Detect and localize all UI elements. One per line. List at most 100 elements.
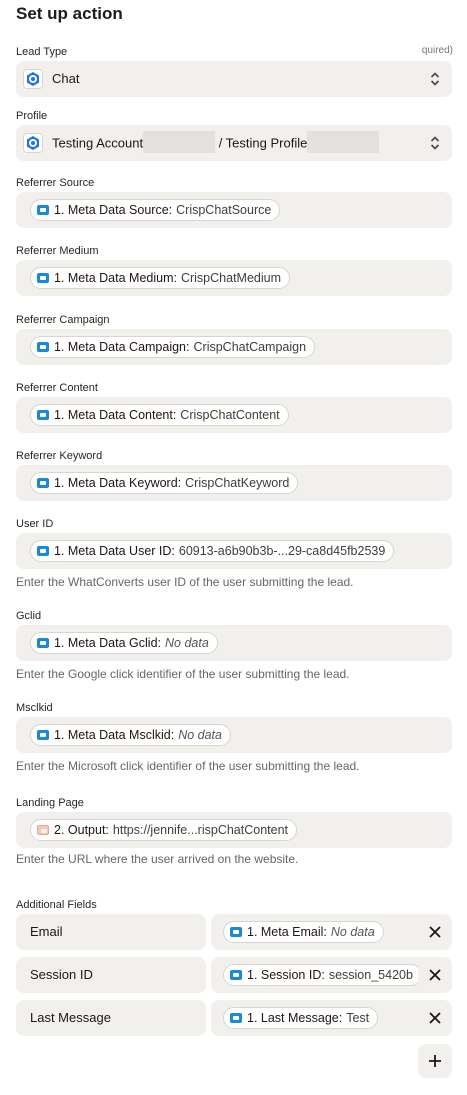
profile-value: Testing Account / Testing Profile <box>52 131 380 153</box>
additional-field-name[interactable]: Email <box>16 914 206 950</box>
help-text: Enter the Google click identifier of the… <box>16 667 350 681</box>
pill-key: 2. Output: <box>54 823 109 837</box>
referrer-campaign-input[interactable]: 1. Meta Data Campaign: CrispChatCampaign <box>16 329 452 365</box>
pill-value: CrispChatContent <box>180 408 280 422</box>
pill-key: 1. Meta Data Medium: <box>54 271 177 285</box>
chat-step-icon <box>37 205 49 215</box>
mapped-value-pill[interactable]: 1. Meta Data Content: CrispChatContent <box>30 404 289 426</box>
profile-name: / Testing Profile <box>218 135 308 151</box>
pill-value: No data <box>178 728 222 742</box>
help-text: Enter the WhatConverts user ID of the us… <box>16 575 354 589</box>
crisp-app-icon <box>23 69 43 89</box>
pill-value: 60913-a6b90b3b-...29-ca8d45fb2539 <box>178 544 386 558</box>
page-title: Set up action <box>16 4 123 23</box>
referrer-keyword-input[interactable]: 1. Meta Data Keyword: CrispChatKeyword <box>16 465 452 501</box>
up-down-chevron-icon <box>430 72 440 86</box>
pill-key: 1. Meta Email: <box>247 925 327 939</box>
chat-step-icon <box>37 478 49 488</box>
additional-field-value[interactable]: 1. Session ID: session_5420b <box>211 957 418 993</box>
field-label: Referrer Keyword <box>16 450 103 462</box>
crisp-app-icon <box>23 133 43 153</box>
pill-value: session_5420b <box>328 968 413 982</box>
chat-step-icon <box>230 1013 242 1023</box>
referrer-medium-input[interactable]: 1. Meta Data Medium: CrispChatMedium <box>16 260 452 296</box>
field-label: Referrer Content <box>16 382 98 394</box>
redacted-block <box>143 131 216 153</box>
field-label: Msclkid <box>16 702 53 714</box>
mapped-value-pill[interactable]: 2. Output: https://jennife...rispChatCont… <box>30 819 298 841</box>
close-icon <box>429 1012 441 1024</box>
profile-account: Testing Account <box>52 135 144 151</box>
additional-field-name[interactable]: Last Message <box>16 1000 206 1036</box>
referrer-source-input[interactable]: 1. Meta Data Source: CrispChatSource <box>16 192 452 228</box>
required-hint: quired) <box>421 45 453 56</box>
mapped-value-pill[interactable]: 1. Meta Email: No data <box>223 921 384 943</box>
field-label: Referrer Source <box>16 177 95 189</box>
chat-step-icon <box>37 638 49 648</box>
pill-key: 1. Meta Data Campaign: <box>54 340 190 354</box>
mapped-value-pill[interactable]: 1. Meta Data Msclkid: No data <box>30 724 231 746</box>
mapped-value-pill[interactable]: 1. Meta Data Medium: CrispChatMedium <box>30 267 290 289</box>
up-down-chevron-icon <box>430 136 440 150</box>
pill-value: No data <box>165 636 209 650</box>
redacted-block <box>307 131 380 153</box>
chat-step-icon <box>37 342 49 352</box>
chat-step-icon <box>230 927 242 937</box>
lead-type-select[interactable]: Chat <box>16 61 452 97</box>
close-icon <box>429 969 441 981</box>
profile-label: Profile <box>16 110 48 122</box>
pill-value: Test <box>346 1011 370 1025</box>
pill-key: 1. Meta Data Gclid: <box>54 636 161 650</box>
pill-value: CrispChatSource <box>176 203 272 217</box>
pill-value: CrispChatKeyword <box>185 476 290 490</box>
mapped-value-pill[interactable]: 1. Last Message: Test <box>223 1007 379 1029</box>
additional-field-name[interactable]: Session ID <box>16 957 206 993</box>
profile-select[interactable]: Testing Account / Testing Profile <box>16 125 452 161</box>
pill-key: 1. Session ID: <box>247 968 325 982</box>
remove-field-button[interactable] <box>418 914 452 950</box>
pill-key: 1. Meta Data Content: <box>54 408 177 422</box>
chat-step-icon <box>230 970 242 980</box>
plus-icon <box>429 1055 441 1067</box>
remove-field-button[interactable] <box>418 957 452 993</box>
landing-page-input[interactable]: 2. Output: https://jennife...rispChatCont… <box>16 812 452 848</box>
lead-type-label: Lead Type <box>16 46 68 58</box>
pill-key: 1. Meta Data Source: <box>54 203 173 217</box>
field-label: Landing Page <box>16 797 84 809</box>
additional-field-value[interactable]: 1. Last Message: Test <box>211 1000 418 1036</box>
mapped-value-pill[interactable]: 1. Meta Data Source: CrispChatSource <box>30 199 281 221</box>
mapped-value-pill[interactable]: 1. Meta Data Gclid: No data <box>30 632 218 654</box>
pill-key: 1. Meta Data User ID: <box>54 544 175 558</box>
mapped-value-pill[interactable]: 1. Meta Data Keyword: CrispChatKeyword <box>30 472 299 494</box>
additional-fields-label: Additional Fields <box>16 899 97 911</box>
chat-step-icon <box>37 410 49 420</box>
mapped-value-pill[interactable]: 1. Meta Data Campaign: CrispChatCampaign <box>30 336 316 358</box>
help-text: Enter the Microsoft click identifier of … <box>16 759 360 773</box>
additional-field-value[interactable]: 1. Meta Email: No data <box>211 914 418 950</box>
pill-key: 1. Meta Data Msclkid: <box>54 728 175 742</box>
add-field-button[interactable] <box>418 1044 452 1078</box>
field-label: Referrer Medium <box>16 245 99 257</box>
formatter-step-icon <box>37 825 49 835</box>
pill-value: No data <box>330 925 375 939</box>
chat-step-icon <box>37 546 49 556</box>
help-text: Enter the URL where the user arrived on … <box>16 852 299 866</box>
pill-value: CrispChatCampaign <box>193 340 307 354</box>
pill-value: https://jennife...rispChatContent <box>112 823 289 837</box>
field-label: Gclid <box>16 610 42 622</box>
field-label: Referrer Campaign <box>16 314 110 326</box>
mapped-value-pill[interactable]: 1. Session ID: session_5420b <box>223 964 418 986</box>
msclkid-input[interactable]: 1. Meta Data Msclkid: No data <box>16 717 452 753</box>
field-label: User ID <box>16 518 54 530</box>
gclid-input[interactable]: 1. Meta Data Gclid: No data <box>16 625 452 661</box>
pill-value: CrispChatMedium <box>180 271 281 285</box>
remove-field-button[interactable] <box>418 1000 452 1036</box>
pill-key: 1. Last Message: <box>247 1011 343 1025</box>
lead-type-value: Chat <box>52 71 80 86</box>
mapped-value-pill[interactable]: 1. Meta Data User ID: 60913-a6b90b3b-...2… <box>30 540 395 562</box>
close-icon <box>429 926 441 938</box>
user-id-input[interactable]: 1. Meta Data User ID: 60913-a6b90b3b-...2… <box>16 533 452 569</box>
pill-key: 1. Meta Data Keyword: <box>54 476 182 490</box>
referrer-content-input[interactable]: 1. Meta Data Content: CrispChatContent <box>16 397 452 433</box>
chat-step-icon <box>37 273 49 283</box>
